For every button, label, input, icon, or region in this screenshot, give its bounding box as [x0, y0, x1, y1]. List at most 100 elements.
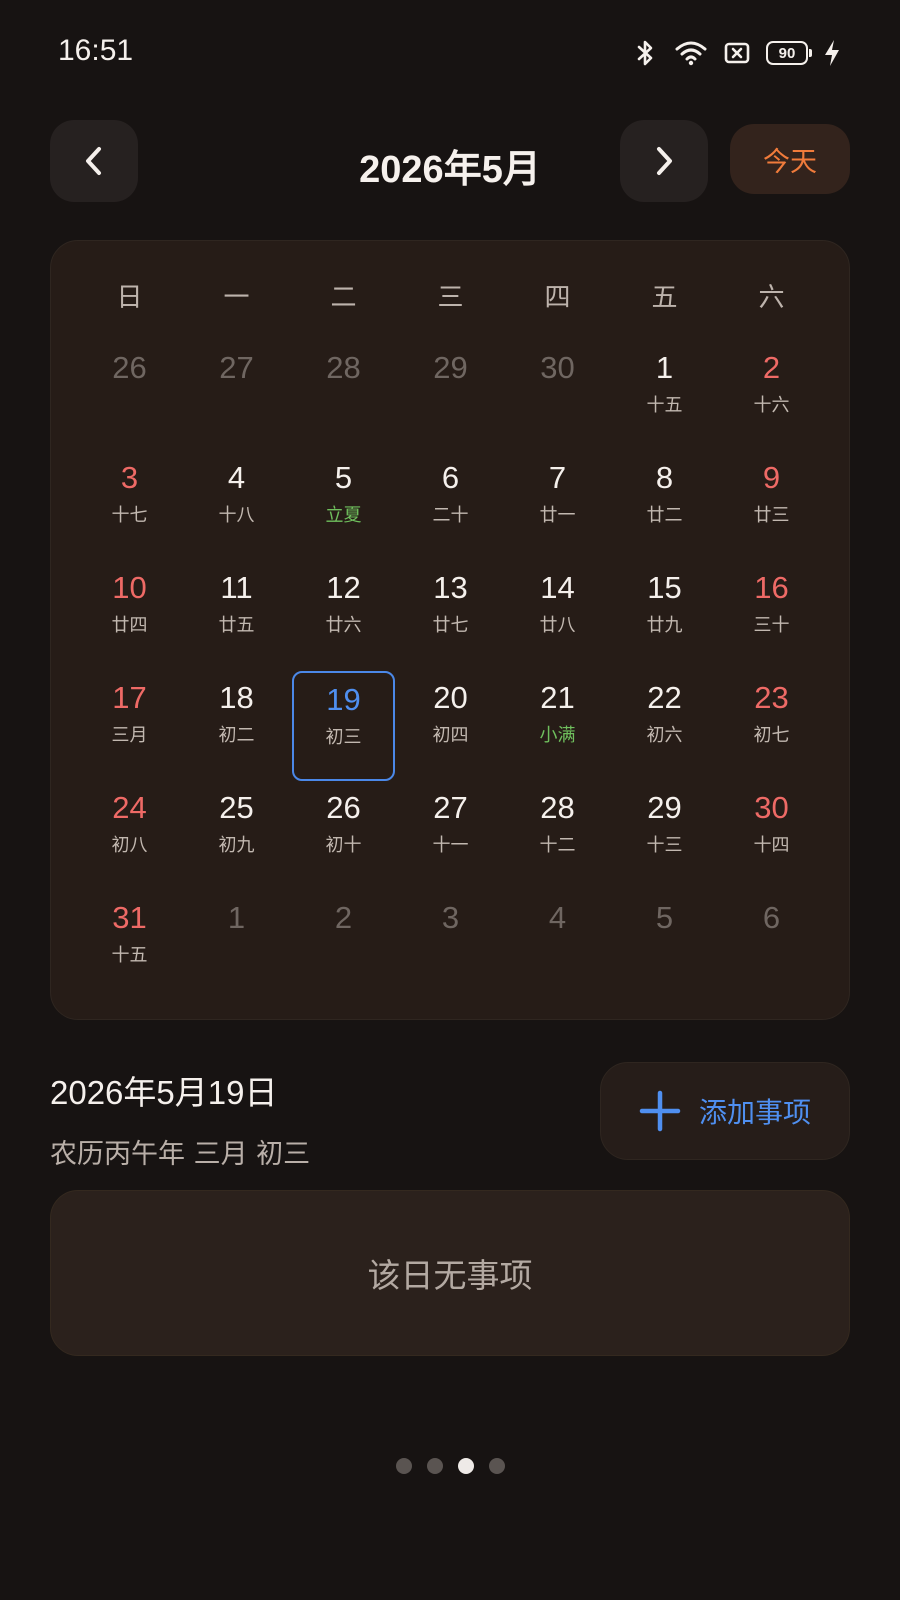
lunar-date: 廿二	[646, 505, 683, 526]
weekday-label: 二	[330, 283, 357, 313]
lunar-date: 立夏	[325, 505, 362, 526]
day-cell[interactable]: 6 二十	[397, 451, 504, 561]
page-dot[interactable]	[395, 1458, 412, 1474]
day-number: 23	[754, 680, 789, 715]
lunar-date: 小满	[539, 725, 576, 746]
day-cell[interactable]: 28	[290, 341, 397, 451]
day-cell[interactable]: 23 初七	[718, 671, 825, 781]
lunar-date: 初二	[218, 725, 255, 746]
day-cell[interactable]: 11 廿五	[183, 561, 290, 671]
next-month-button[interactable]	[620, 120, 708, 202]
weekday-header: 日 一 二 三 四 五 六	[51, 277, 851, 317]
day-number: 14	[540, 570, 575, 605]
day-number: 5	[334, 460, 353, 495]
day-cell-selected[interactable]: 19 初三	[292, 671, 395, 781]
weekday-label: 一	[223, 283, 250, 313]
day-cell[interactable]: 1 十五	[611, 341, 718, 451]
day-cell[interactable]: 27 十一	[397, 781, 504, 891]
selected-date-info: 2026年5月19日 农历丙午年 三月 初三	[50, 1066, 310, 1171]
day-cell[interactable]: 22 初六	[611, 671, 718, 781]
day-number: 19	[326, 682, 361, 717]
prev-month-button[interactable]	[50, 120, 138, 202]
day-cell[interactable]: 30 十四	[718, 781, 825, 891]
weekday-label: 六	[758, 283, 785, 313]
day-number: 4	[548, 900, 567, 935]
lunar-date: 廿九	[646, 615, 683, 636]
selected-lunar-date: 农历丙午年 三月 初三	[50, 1139, 311, 1170]
week-row: 26 27 28 29 30 1 十五 2 十六	[76, 341, 826, 451]
day-number: 27	[433, 790, 468, 825]
day-cell[interactable]: 17 三月	[76, 671, 183, 781]
day-cell[interactable]: 26 初十	[290, 781, 397, 891]
month-header: 2026年5月 今天	[0, 118, 900, 202]
today-button[interactable]: 今天	[730, 124, 850, 194]
lunar-date: 十七	[111, 505, 148, 526]
day-cell[interactable]: 29 十三	[611, 781, 718, 891]
page-dot[interactable]	[488, 1458, 505, 1474]
day-cell[interactable]: 12 廿六	[290, 561, 397, 671]
day-cell[interactable]: 29	[397, 341, 504, 451]
day-cell[interactable]: 26	[76, 341, 183, 451]
day-cell[interactable]: 7 廿一	[504, 451, 611, 561]
page-indicator	[0, 1458, 900, 1474]
selected-date: 2026年5月19日	[50, 1074, 278, 1111]
day-cell[interactable]: 1	[183, 891, 290, 1001]
day-number: 4	[227, 460, 246, 495]
wifi-icon	[675, 41, 707, 66]
page-dot[interactable]	[426, 1458, 443, 1474]
day-cell[interactable]: 5	[611, 891, 718, 1001]
day-cell[interactable]: 4 十八	[183, 451, 290, 561]
day-number: 13	[433, 570, 468, 605]
week-row: 24 初八 25 初九 26 初十 27 十一 28 十二 29 十三 30 十四	[76, 781, 826, 891]
day-cell[interactable]: 21 小满	[504, 671, 611, 781]
day-cell[interactable]: 10 廿四	[76, 561, 183, 671]
day-cell[interactable]: 28 十二	[504, 781, 611, 891]
add-event-label: 添加事项	[699, 1096, 812, 1129]
battery-icon: 90	[766, 41, 812, 65]
day-number: 11	[220, 570, 253, 605]
day-cell[interactable]: 27	[183, 341, 290, 451]
page-dot-active[interactable]	[457, 1458, 474, 1474]
week-row: 3 十七 4 十八 5 立夏 6 二十 7 廿一 8 廿二 9 廿三	[76, 451, 826, 561]
day-cell[interactable]: 31 十五	[76, 891, 183, 1001]
day-number: 29	[433, 350, 468, 385]
lunar-date: 廿四	[111, 615, 148, 636]
day-cell[interactable]: 13 廿七	[397, 561, 504, 671]
day-cell[interactable]: 6	[718, 891, 825, 1001]
calendar-grid: 日 一 二 三 四 五 六 26 27 28 29 30 1 十五 2 十六 3 十七 4 十八 5 立夏 6…	[50, 240, 850, 1020]
sim-off-icon	[724, 42, 750, 64]
add-event-button[interactable]: 添加事项	[600, 1062, 850, 1160]
day-number: 16	[754, 570, 789, 605]
day-cell[interactable]: 24 初八	[76, 781, 183, 891]
day-cell[interactable]: 20 初四	[397, 671, 504, 781]
day-number: 6	[441, 460, 460, 495]
day-cell[interactable]: 3 十七	[76, 451, 183, 561]
day-cell[interactable]: 30	[504, 341, 611, 451]
day-number: 18	[219, 680, 254, 715]
day-number: 7	[548, 460, 567, 495]
day-cell[interactable]: 16 三十	[718, 561, 825, 671]
day-number: 2	[334, 900, 353, 935]
day-number: 6	[762, 900, 781, 935]
day-number: 15	[647, 570, 682, 605]
day-cell[interactable]: 2	[290, 891, 397, 1001]
status-bar: 16:51 90	[0, 0, 900, 110]
day-number: 10	[112, 570, 147, 605]
day-cell[interactable]: 25 初九	[183, 781, 290, 891]
day-cell[interactable]: 3	[397, 891, 504, 1001]
day-cell[interactable]: 9 廿三	[718, 451, 825, 561]
day-cell[interactable]: 15 廿九	[611, 561, 718, 671]
day-cell[interactable]: 5 立夏	[290, 451, 397, 561]
day-cell[interactable]: 18 初二	[183, 671, 290, 781]
day-number: 30	[754, 790, 789, 825]
day-cell[interactable]: 4	[504, 891, 611, 1001]
charging-icon	[825, 40, 839, 66]
day-cell[interactable]: 8 廿二	[611, 451, 718, 561]
day-number: 8	[655, 460, 674, 495]
day-cell[interactable]: 2 十六	[718, 341, 825, 451]
day-cell[interactable]: 14 廿八	[504, 561, 611, 671]
weekday-label: 四	[544, 283, 571, 313]
weekday-label: 三	[437, 283, 464, 313]
weekday-label: 日	[116, 283, 143, 313]
day-number: 12	[326, 570, 361, 605]
